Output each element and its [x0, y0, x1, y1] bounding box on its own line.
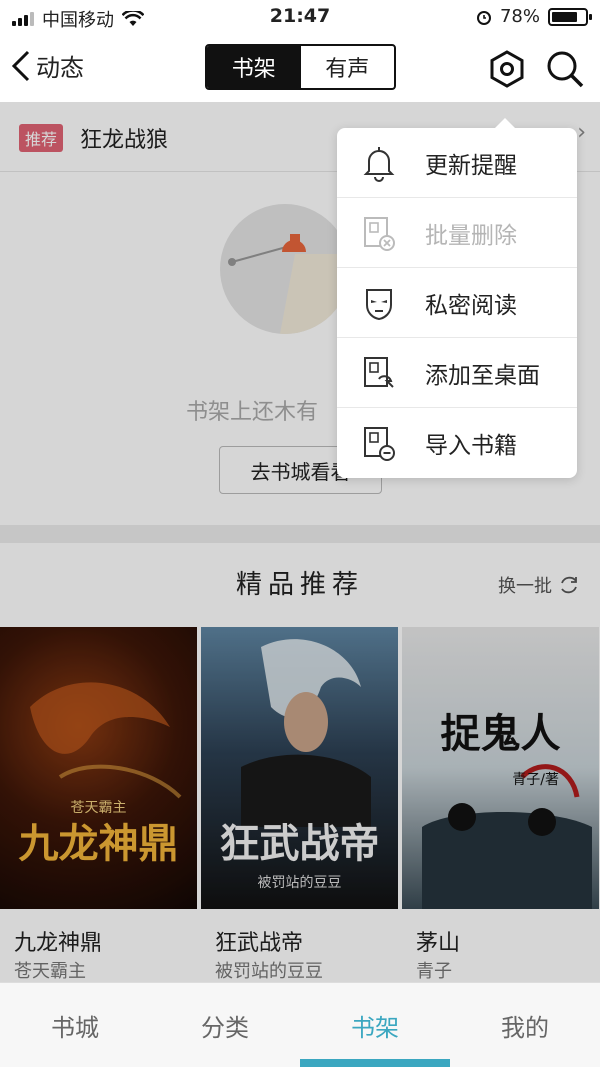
bell-icon: [363, 146, 395, 182]
status-bar: 中国移动 21:47 78%: [0, 0, 600, 34]
menu-item-batch-delete[interactable]: 批量删除: [337, 198, 577, 268]
menu-item-add-to-desktop[interactable]: 添加至桌面: [337, 338, 577, 408]
add-to-desktop-icon: [364, 356, 394, 388]
tab-bookshelf[interactable]: 书架: [207, 46, 301, 88]
menu-label: 添加至桌面: [425, 362, 540, 389]
tab-bookstore[interactable]: 书城: [0, 983, 150, 1067]
nav-bar: 动态 书架 有声: [0, 34, 600, 102]
chevron-left-icon: [11, 50, 30, 81]
search-icon[interactable]: [545, 49, 585, 89]
menu-label: 更新提醒: [425, 152, 517, 179]
tab-mine[interactable]: 我的: [450, 983, 600, 1067]
more-menu: 更新提醒 批量删除 私密阅读 添加至桌面 导入书籍: [337, 118, 577, 478]
tab-category[interactable]: 分类: [150, 983, 300, 1067]
mask-icon: [366, 288, 392, 320]
menu-item-update-reminder[interactable]: 更新提醒: [337, 128, 577, 198]
alarm-icon: [476, 10, 491, 25]
tab-audio[interactable]: 有声: [301, 46, 395, 88]
settings-hex-icon[interactable]: [487, 49, 527, 89]
menu-label: 批量删除: [425, 222, 517, 249]
bottom-tab-bar: 书城 分类 书架 我的: [0, 982, 600, 1067]
battery-percent: 78%: [499, 6, 540, 27]
battery-icon: [548, 7, 592, 26]
menu-item-private-reading[interactable]: 私密阅读: [337, 268, 577, 338]
batch-delete-icon: [364, 216, 395, 251]
back-button[interactable]: 动态: [10, 48, 84, 83]
import-book-icon: [364, 427, 395, 461]
tab-bookshelf-bottom[interactable]: 书架: [300, 983, 450, 1067]
back-label: 动态: [36, 54, 84, 82]
segmented-control: 书架 有声: [205, 44, 396, 90]
menu-label: 导入书籍: [425, 433, 517, 459]
menu-item-import-books[interactable]: 导入书籍: [337, 408, 577, 478]
menu-label: 私密阅读: [425, 292, 517, 319]
